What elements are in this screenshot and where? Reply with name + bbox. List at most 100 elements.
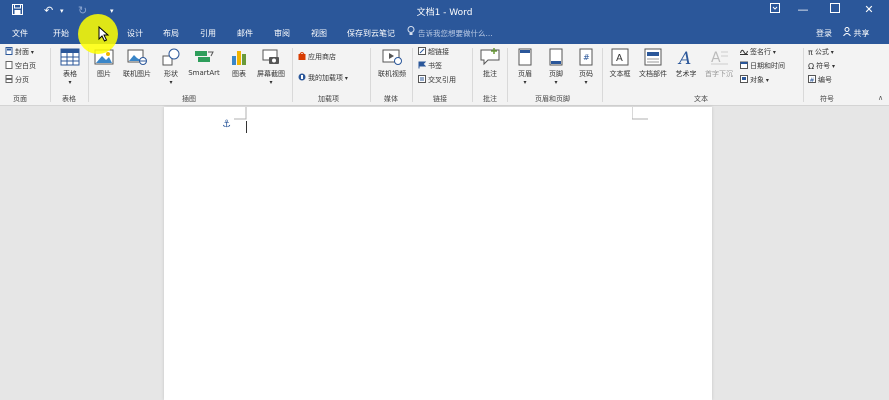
online-picture-button[interactable]: 联机图片 <box>119 48 155 79</box>
shapes-dropdown-icon: ▾ <box>169 79 173 86</box>
symbol-button[interactable]: Ω 符号 ▾ <box>808 61 835 72</box>
date-time-button[interactable]: 日期和时间 <box>740 61 785 72</box>
divider <box>88 48 89 102</box>
group-label-media: 媒体 <box>384 95 398 103</box>
equation-button[interactable]: π 公式 ▾ <box>808 47 834 58</box>
chart-button[interactable]: 图表 <box>228 48 250 79</box>
divider <box>412 48 413 102</box>
quick-parts-button[interactable]: 文档部件 <box>637 48 669 79</box>
shapes-label: 形状 <box>164 70 178 78</box>
cover-page-button[interactable]: 封面 ▾ <box>5 47 34 58</box>
tab-layout[interactable]: 布局 <box>163 28 179 39</box>
object-label: 对象 <box>750 76 764 84</box>
header-button[interactable]: 页眉 ▾ <box>512 48 538 86</box>
ribbon-display-options-icon[interactable] <box>764 3 786 16</box>
bookmark-button[interactable]: 书签 <box>418 61 442 72</box>
smartart-label: SmartArt <box>188 69 220 77</box>
title-bar: ↶ ▾ ↻ ▾ 文档1 - Word — ✕ <box>0 0 889 24</box>
table-dropdown-icon: ▾ <box>68 79 72 86</box>
cross-reference-button[interactable]: 交叉引用 <box>418 75 456 86</box>
table-icon <box>60 48 80 66</box>
header-label: 页眉 <box>518 70 532 78</box>
numbering-label: 编号 <box>818 76 832 84</box>
close-icon[interactable]: ✕ <box>858 3 880 16</box>
document-canvas[interactable]: ⚓ <box>0 107 889 400</box>
chart-label: 图表 <box>232 70 246 78</box>
page-number-button[interactable]: # 页码 ▾ <box>573 48 599 86</box>
wordart-button[interactable]: A 艺术字 <box>672 48 700 79</box>
page-number-dropdown-icon: ▾ <box>584 79 588 86</box>
maximize-icon[interactable] <box>824 3 846 16</box>
smartart-button[interactable]: SmartArt <box>185 48 223 77</box>
store-label: 应用商店 <box>308 53 336 61</box>
group-label-header-footer: 页眉和页脚 <box>535 95 570 103</box>
my-addins-label: 我的加载项 <box>308 74 343 82</box>
document-page[interactable]: ⚓ <box>164 107 712 400</box>
textbox-icon: A <box>610 48 630 66</box>
object-button[interactable]: 对象 ▾ <box>740 75 769 86</box>
online-video-button[interactable]: 联机视频 <box>374 48 410 79</box>
minimize-icon[interactable]: — <box>792 3 814 16</box>
bookmark-label: 书签 <box>428 62 442 70</box>
page-break-icon <box>5 75 13 83</box>
screenshot-button[interactable]: 屏幕截图 ▾ <box>253 48 289 86</box>
mouse-pointer-icon <box>98 26 110 42</box>
tell-me-input[interactable]: 告诉我您想要做什么... <box>418 28 493 39</box>
divider <box>602 48 603 102</box>
drop-cap-button[interactable]: A 首字下沉 <box>702 48 736 79</box>
numbering-button[interactable]: # 编号 <box>808 75 832 86</box>
tab-save-to-cloud-notes[interactable]: 保存到云笔记 <box>347 28 395 39</box>
group-label-comments: 批注 <box>483 95 497 103</box>
store-button[interactable]: 应用商店 <box>298 52 336 63</box>
page-number-label: 页码 <box>579 70 593 78</box>
hyperlink-button[interactable]: 超链接 <box>418 47 449 58</box>
tab-review[interactable]: 审阅 <box>274 28 290 39</box>
group-label-pages: 页面 <box>13 95 27 103</box>
table-button[interactable]: 表格 ▾ <box>56 48 84 86</box>
comment-button[interactable]: 批注 <box>477 48 503 79</box>
wordart-icon: A <box>676 48 696 69</box>
share-button[interactable]: 共享 <box>843 27 870 39</box>
cross-reference-label: 交叉引用 <box>428 76 456 84</box>
header-dropdown-icon: ▾ <box>523 79 527 86</box>
svg-text:#: # <box>810 77 815 83</box>
tab-home[interactable]: 开始 <box>53 28 69 39</box>
equation-label: 公式 <box>814 48 829 56</box>
tab-file[interactable]: 文件 <box>12 28 28 39</box>
textbox-button[interactable]: A 文本框 <box>606 48 634 79</box>
drop-cap-label: 首字下沉 <box>705 70 733 78</box>
online-video-label: 联机视频 <box>378 70 406 78</box>
shapes-button[interactable]: 形状 ▾ <box>159 48 183 86</box>
svg-text:#: # <box>583 53 590 62</box>
group-label-illustrations: 插图 <box>182 95 196 103</box>
divider <box>50 48 51 102</box>
footer-icon <box>546 48 566 66</box>
date-time-label: 日期和时间 <box>750 62 785 70</box>
tab-mailings[interactable]: 邮件 <box>237 28 253 39</box>
object-icon <box>740 75 748 83</box>
collapse-ribbon-icon[interactable]: ∧ <box>878 94 883 102</box>
blank-page-button[interactable]: 空白页 <box>5 61 36 72</box>
signature-line-label: 签名行 <box>750 48 771 56</box>
divider <box>472 48 473 102</box>
bookmark-icon <box>418 61 427 69</box>
divider <box>507 48 508 102</box>
my-addins-button[interactable]: 我的加载项 ▾ <box>298 73 348 84</box>
margin-corner-top-right <box>632 107 648 120</box>
tab-design[interactable]: 设计 <box>127 28 143 39</box>
login-link[interactable]: 登录 <box>816 28 832 39</box>
text-cursor <box>246 121 247 133</box>
blank-page-label: 空白页 <box>15 62 36 70</box>
share-label: 共享 <box>853 29 870 38</box>
tab-references[interactable]: 引用 <box>200 28 216 39</box>
signature-line-icon <box>740 47 748 55</box>
screenshot-label: 屏幕截图 <box>257 70 285 78</box>
signature-line-button[interactable]: 签名行 ▾ <box>740 47 776 58</box>
pi-icon: π <box>808 48 813 57</box>
hyperlink-label: 超链接 <box>428 48 449 56</box>
footer-button[interactable]: 页脚 ▾ <box>543 48 569 86</box>
tab-view[interactable]: 视图 <box>311 28 327 39</box>
group-label-tables: 表格 <box>62 95 76 103</box>
smartart-icon <box>194 48 214 66</box>
page-break-button[interactable]: 分页 <box>5 75 29 86</box>
